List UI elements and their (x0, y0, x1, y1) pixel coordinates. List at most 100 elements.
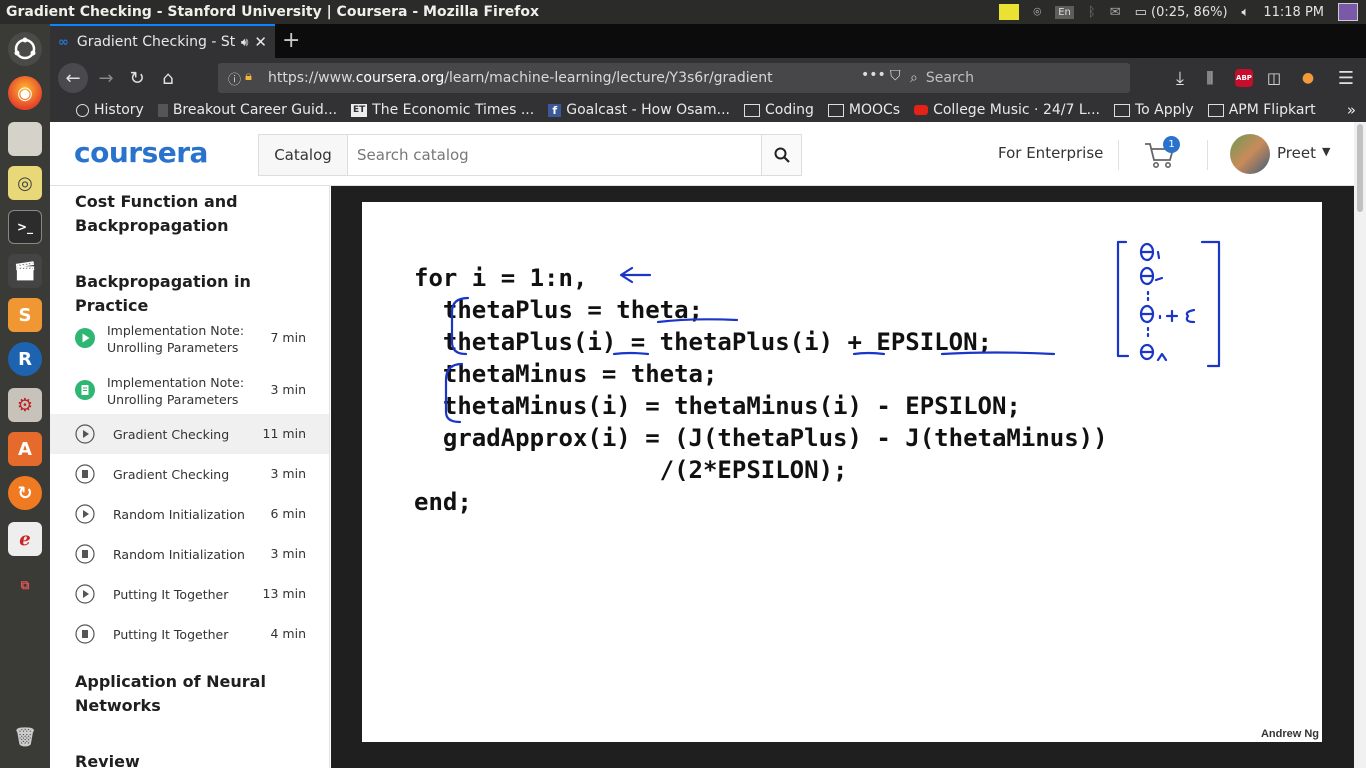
user-name[interactable]: Preet (1277, 144, 1316, 162)
keyboard-layout-indicator[interactable]: En (1055, 5, 1074, 19)
bookmark-goalcast[interactable]: f Goalcast - How Osam... (548, 102, 730, 118)
tab-close-icon[interactable]: ✕ (254, 33, 267, 51)
lesson-item[interactable]: Putting It Together 13 min (50, 574, 329, 614)
avatar[interactable] (1230, 134, 1270, 174)
document-viewer-icon[interactable]: ℯ (8, 522, 42, 556)
insecure-lock-icon[interactable]: 🔒︎ (245, 69, 252, 84)
bookmark-label: Goalcast - How Osam... (566, 102, 730, 118)
completed-video-icon (75, 328, 95, 348)
volume-icon[interactable]: 🔈︎ (1242, 5, 1250, 20)
bookmark-breakout[interactable]: Breakout Career Guid... (157, 102, 337, 118)
section-backprop-practice[interactable]: Backpropagation in Practice (75, 270, 305, 318)
bracket-annotation (444, 362, 464, 424)
files-icon[interactable] (8, 122, 42, 156)
library-icon[interactable]: ⫼ (1196, 64, 1224, 92)
trash-icon[interactable]: 🗑︎ (8, 720, 42, 754)
downloads-icon[interactable]: ⤓ (1166, 64, 1194, 92)
mail-icon[interactable]: ✉ (1110, 5, 1121, 20)
url-host: coursera.org (355, 70, 445, 86)
lesson-item[interactable]: Gradient Checking 3 min (50, 454, 329, 494)
lesson-item[interactable]: Random Initialization 3 min (50, 534, 329, 574)
bluetooth-icon[interactable]: ᛒ (1088, 5, 1096, 20)
search-button[interactable] (761, 134, 802, 176)
bookmark-label: College Music · 24/7 L... (933, 102, 1100, 118)
battery-icon: ▭ (1134, 4, 1147, 20)
lesson-duration: 6 min (270, 506, 307, 521)
for-enterprise-link[interactable]: For Enterprise (998, 144, 1103, 162)
catalog-search-input[interactable] (347, 134, 762, 176)
lesson-item-active[interactable]: Gradient Checking 11 min (50, 414, 329, 454)
lesson-duration: 3 min (270, 546, 307, 561)
reload-button[interactable]: ↻ (123, 64, 151, 92)
sublime-text-icon[interactable]: S (8, 298, 42, 332)
menu-icon[interactable]: ☰ (1332, 64, 1360, 92)
site-info-icon[interactable]: ⓘ (228, 69, 241, 88)
bookmark-history[interactable]: History (76, 102, 144, 118)
extension-icon[interactable]: ● (1294, 64, 1322, 92)
search-placeholder: Search (925, 70, 974, 86)
lesson-item[interactable]: Implementation Note: Unrolling Parameter… (50, 318, 329, 362)
tab-active[interactable]: ∞ Gradient Checking - St 🔊︎ ✕ (50, 24, 275, 58)
notes-indicator-icon[interactable] (999, 4, 1020, 20)
clock[interactable]: 11:18 PM (1263, 5, 1324, 20)
adblock-plus-icon[interactable]: ABP (1230, 64, 1258, 92)
coursera-logo[interactable]: coursera (74, 136, 208, 169)
ubuntu-dash-icon[interactable] (8, 32, 42, 66)
lesson-item[interactable]: Putting It Together 4 min (50, 614, 329, 654)
pocket-icon[interactable]: ⛉ (890, 68, 901, 84)
session-gear-icon[interactable] (1338, 3, 1358, 21)
bookmark-folder-coding[interactable]: Coding (744, 102, 814, 118)
software-center-icon[interactable]: A (8, 432, 42, 466)
wifi-icon[interactable]: ⌾ (1033, 5, 1041, 20)
video-editor-icon[interactable]: 🎬︎ (8, 254, 42, 288)
sidebar-toggle-icon[interactable]: ◫ (1260, 64, 1288, 92)
terminal-icon[interactable]: >_ (8, 210, 42, 244)
underline-annotation (940, 351, 1056, 356)
search-box[interactable]: ⌕ Search (902, 63, 1130, 93)
bookmarks-overflow-icon[interactable]: » (1347, 101, 1356, 119)
coursera-page: coursera Catalog For Enterprise 1 Preet … (50, 122, 1354, 768)
update-manager-icon[interactable]: ↻ (8, 476, 42, 510)
bookmark-folder-moocs[interactable]: MOOCs (827, 102, 900, 118)
folder-icon (1207, 103, 1224, 117)
section-review[interactable]: Review (75, 750, 305, 768)
bookmark-folder-apm-flipkart[interactable]: APM Flipkart (1207, 102, 1316, 118)
settings-icon[interactable]: ⚙ (8, 388, 42, 422)
rhythmbox-icon[interactable]: ◎ (8, 166, 42, 200)
matrix-bracket-annotation (1116, 240, 1130, 358)
page-scrollbar[interactable] (1354, 122, 1366, 768)
video-player[interactable]: for i = 1:n, thetaPlus = theta; thetaPlu… (331, 186, 1354, 768)
underline-annotation (612, 351, 650, 356)
forward-button[interactable]: → (92, 64, 120, 92)
battery-indicator[interactable]: ▭ (0:25, 86%) (1135, 5, 1228, 20)
bookmark-label: The Economic Times ... (372, 102, 535, 118)
bookmark-college-music[interactable]: College Music · 24/7 L... (914, 102, 1100, 118)
bookmark-folder-to-apply[interactable]: To Apply (1113, 102, 1194, 118)
section-application[interactable]: Application of Neural Networks (75, 670, 305, 718)
chevron-down-icon[interactable]: ▼ (1322, 145, 1330, 158)
lesson-item[interactable]: Random Initialization 6 min (50, 494, 329, 534)
catalog-button[interactable]: Catalog (258, 134, 348, 176)
home-button[interactable]: ⌂ (154, 64, 182, 92)
lesson-item[interactable]: Implementation Note: Unrolling Parameter… (50, 370, 329, 414)
section-cost-function[interactable]: Cost Function and Backpropagation (75, 190, 305, 238)
tab-strip: ∞ Gradient Checking - St 🔊︎ ✕ + (50, 24, 1366, 58)
lesson-title: Random Initialization (113, 507, 245, 522)
system-top-panel: Gradient Checking - Stanford University … (0, 0, 1366, 24)
url-bar[interactable]: ⓘ 🔒︎ https://www.coursera.org/learn/mach… (218, 63, 941, 93)
bookmark-label: History (94, 102, 144, 118)
url-prefix: https://www. (268, 70, 356, 86)
underline-annotation (852, 351, 886, 356)
new-tab-button[interactable]: + (282, 28, 300, 53)
firefox-icon[interactable]: ◉ (8, 76, 42, 110)
folder-icon (827, 103, 844, 117)
workspace-switcher-icon[interactable]: ⧉ (8, 568, 42, 602)
matrix-bracket-annotation (1200, 240, 1221, 368)
bookmark-economic-times[interactable]: ET The Economic Times ... (351, 102, 534, 118)
back-button[interactable]: ← (58, 63, 88, 93)
r-language-icon[interactable]: R (8, 342, 42, 376)
scrollbar-thumb[interactable] (1357, 124, 1363, 212)
tab-audio-icon[interactable]: 🔊︎ (241, 35, 249, 50)
page-actions-icon[interactable]: ••• (861, 67, 886, 83)
battery-text: (0:25, 86%) (1151, 4, 1228, 20)
